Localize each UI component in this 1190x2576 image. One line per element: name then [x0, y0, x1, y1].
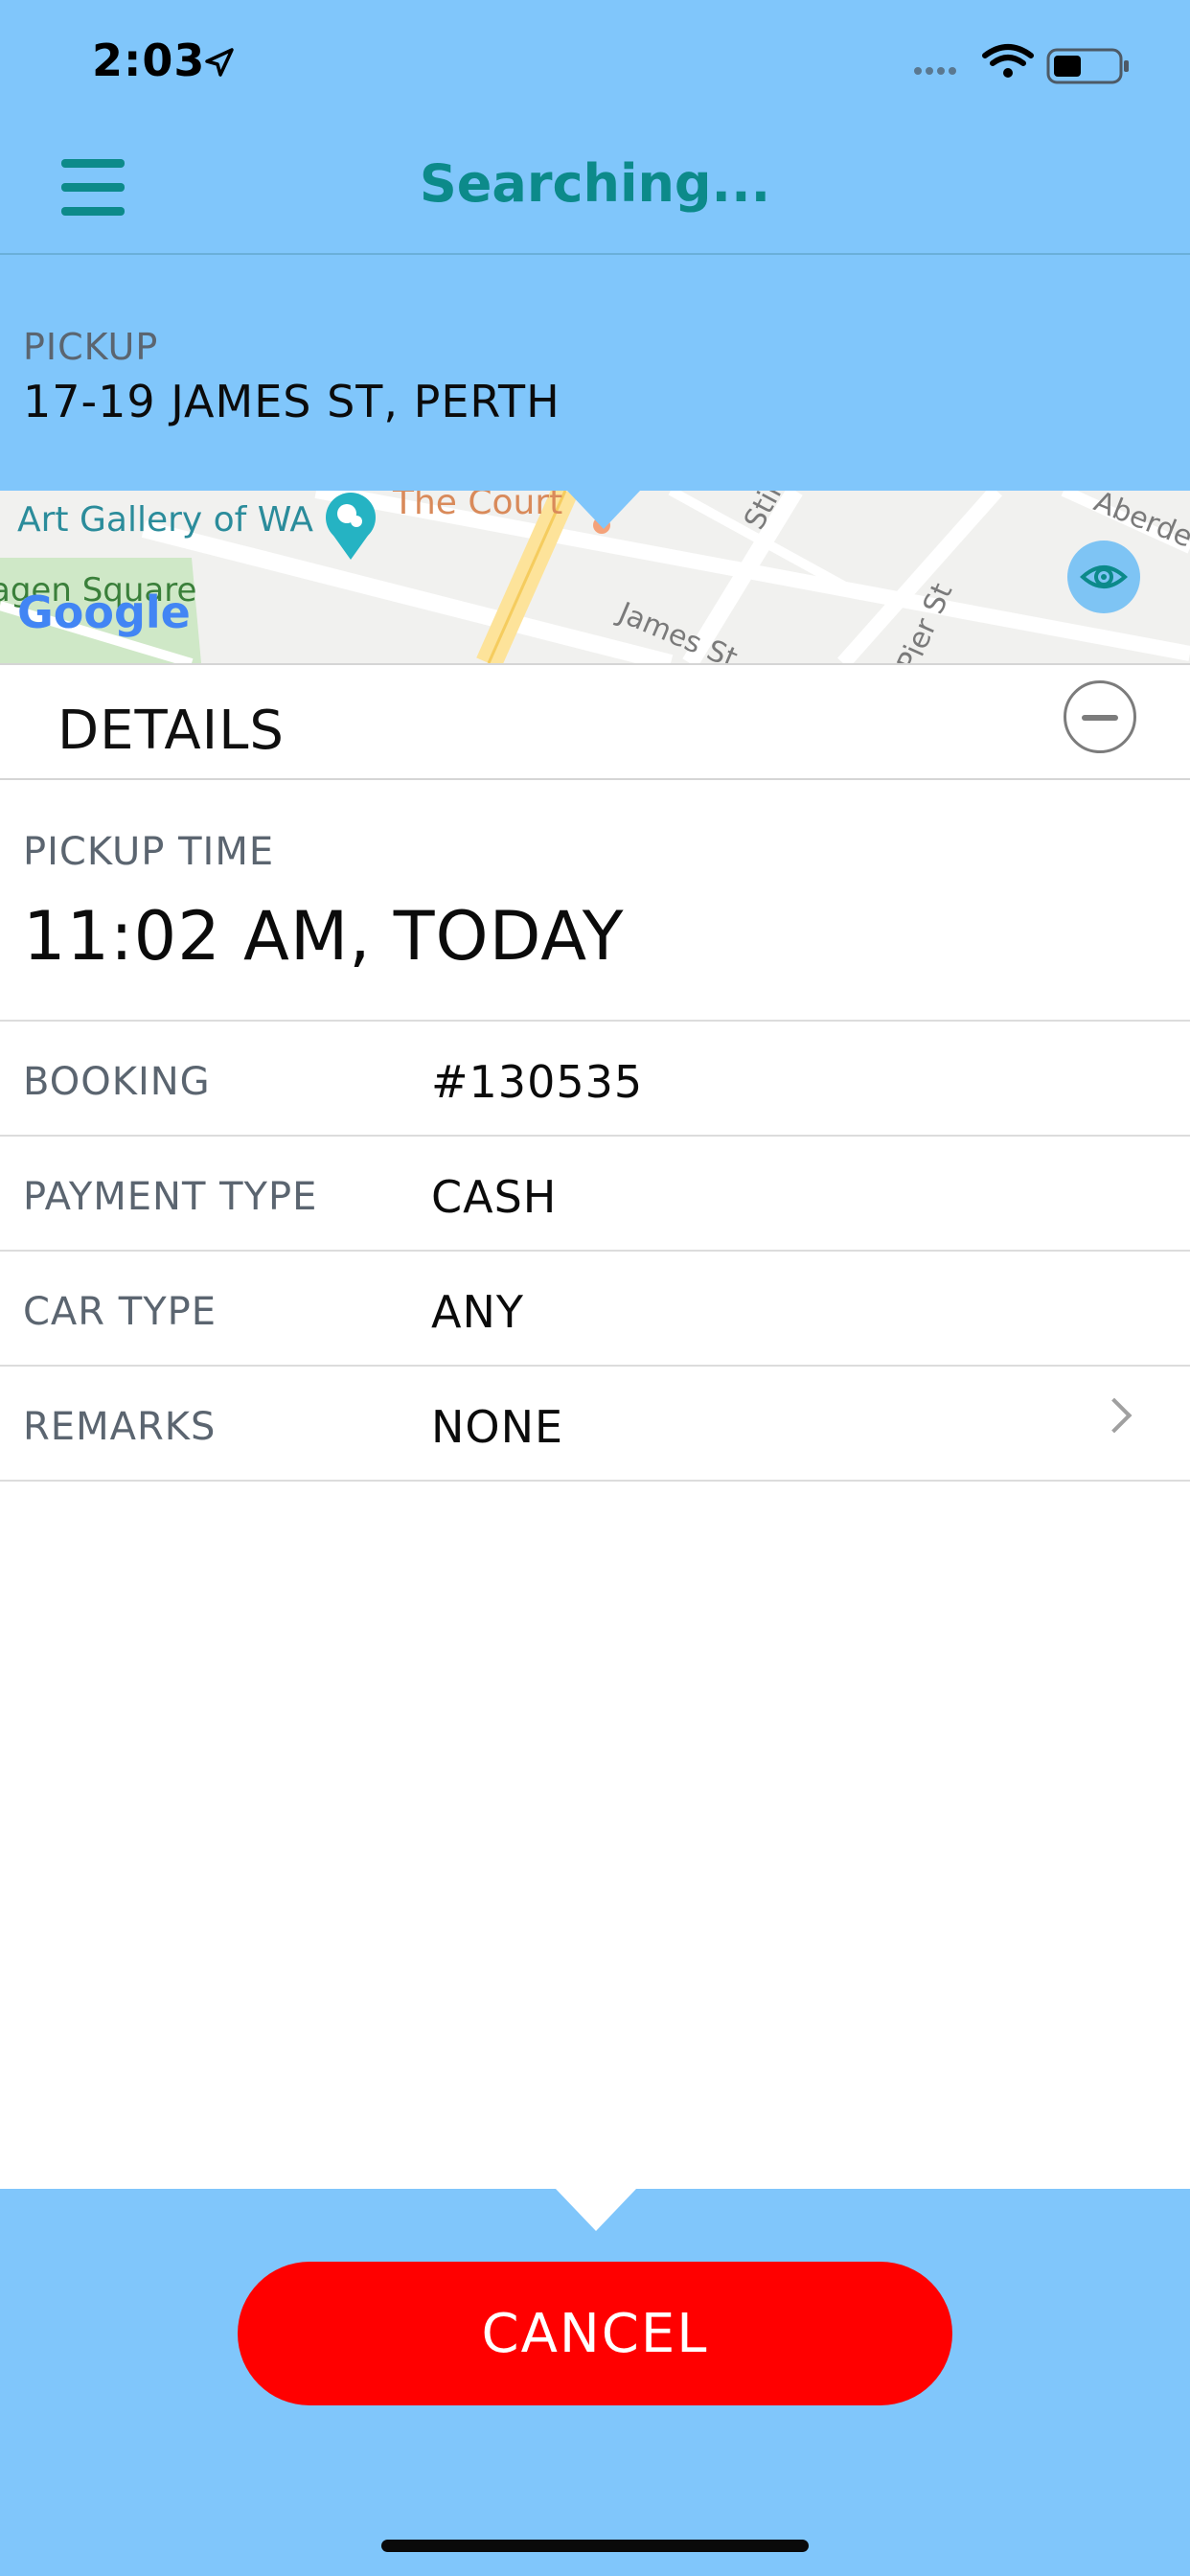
pickup-time-value: 11:02 AM, TODAY — [23, 897, 625, 976]
eye-icon — [1080, 565, 1128, 588]
car-type-label: CAR TYPE — [23, 1290, 217, 1334]
cancel-button[interactable]: CANCEL — [238, 2262, 952, 2405]
toggle-view-button[interactable] — [1067, 540, 1140, 613]
header-divider — [0, 253, 1190, 255]
row-divider — [0, 1020, 1190, 1022]
booking-label: BOOKING — [23, 1060, 211, 1104]
home-indicator[interactable] — [381, 2540, 809, 2552]
status-indicators — [912, 42, 1133, 92]
remarks-value: NONE — [431, 1401, 564, 1453]
page-title: Searching... — [419, 153, 771, 214]
remarks-label: REMARKS — [23, 1405, 217, 1449]
collapse-details-button[interactable] — [1064, 680, 1136, 753]
google-attribution: Google — [17, 586, 191, 638]
bottom-notch — [556, 2189, 636, 2231]
payment-type-label: PAYMENT TYPE — [23, 1175, 318, 1219]
details-title: DETAILS — [57, 700, 285, 762]
booking-value: #130535 — [431, 1056, 644, 1108]
battery-icon — [1046, 48, 1129, 84]
pickup-time-label: PICKUP TIME — [23, 830, 275, 874]
row-divider — [0, 1250, 1190, 1252]
payment-type-value: CASH — [431, 1171, 558, 1223]
signal-icon — [914, 67, 956, 75]
pickup-pointer — [567, 491, 640, 529]
wifi-icon — [982, 44, 1034, 78]
pickup-label: PICKUP — [23, 326, 159, 368]
pickup-address[interactable]: 17-19 JAMES ST, PERTH — [23, 376, 561, 427]
row-divider — [0, 1480, 1190, 1482]
location-arrow-icon — [205, 48, 234, 77]
car-type-value: ANY — [431, 1286, 524, 1338]
status-time: 2:03 — [92, 34, 206, 86]
row-divider — [0, 1135, 1190, 1137]
map-label: Art Gallery of WA — [17, 500, 314, 540]
map-label: The Court — [393, 491, 563, 522]
